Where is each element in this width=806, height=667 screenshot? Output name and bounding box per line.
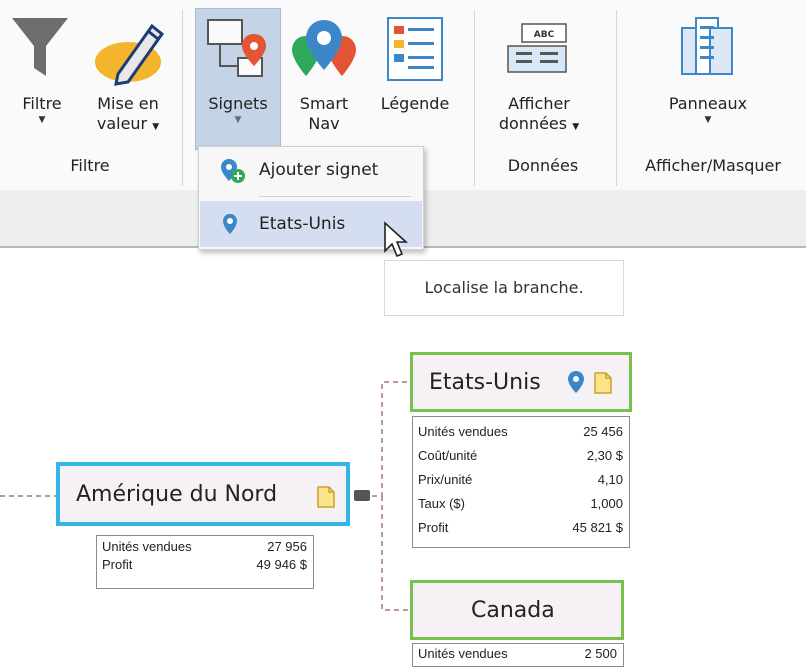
- row-value: 2,30 $: [586, 448, 623, 463]
- show-data-label-text: données: [498, 114, 568, 133]
- row-key: Prix/unité: [418, 472, 473, 487]
- svg-text:ABC: ABC: [534, 30, 555, 40]
- panels-button[interactable]: Panneaux ▼: [648, 94, 768, 126]
- show-data-button[interactable]: Afficher données ▼: [490, 94, 588, 137]
- table-row: Unités vendues 2 500: [413, 645, 623, 663]
- row-key: Coût/unité: [418, 448, 478, 463]
- row-value: 4,10: [597, 472, 623, 487]
- table-row: Unités vendues 25 456: [413, 420, 629, 444]
- show-data-label-line1: Afficher: [508, 94, 570, 113]
- row-key: Unités vendues: [418, 424, 508, 439]
- data-table-amerique: Unités vendues 27 956 Profit 49 946 $: [96, 535, 314, 589]
- highlight-button[interactable]: Mise en valeur ▼: [80, 94, 176, 137]
- signets-label-wrap: Signets ▼: [196, 94, 280, 126]
- menu-item-add-bookmark[interactable]: Ajouter signet: [200, 147, 422, 193]
- row-value: 49 946 $: [256, 557, 307, 572]
- menu-item-label: Etats-Unis: [259, 214, 346, 234]
- row-key: Unités vendues: [102, 539, 192, 554]
- chevron-down-icon: ▼: [704, 115, 712, 125]
- show-data-icon: ABC: [507, 23, 567, 73]
- table-row: Prix/unité 4,10: [413, 468, 629, 492]
- node-title: Etats-Unis: [429, 370, 541, 395]
- location-pin-icon: [223, 214, 237, 234]
- chevron-down-icon: ▼: [572, 122, 580, 132]
- chevron-down-icon: ▼: [38, 115, 46, 125]
- ribbon-separator: [616, 10, 617, 186]
- chevron-down-icon: ▼: [234, 115, 242, 125]
- table-row: Profit 45 821 $: [413, 516, 629, 540]
- smart-nav-label-line2: Nav: [308, 114, 340, 133]
- menu-separator: [259, 196, 411, 197]
- chevron-down-icon: ▼: [152, 122, 160, 132]
- legend-icon: [387, 17, 443, 81]
- highlight-label-line2: valeur ▼: [80, 114, 176, 137]
- table-row: Unités vendues 27 956: [97, 538, 313, 556]
- highlight-label-line1: Mise en: [97, 94, 159, 113]
- location-pin-icon: [568, 371, 584, 393]
- highlight-label-text: valeur: [96, 114, 148, 133]
- filter-button-label: Filtre: [22, 94, 62, 113]
- row-value: 1,000: [590, 496, 623, 511]
- row-value: 25 456: [583, 424, 623, 439]
- row-key: Unités vendues: [418, 646, 508, 661]
- data-table-canada: Unités vendues 2 500: [412, 643, 624, 667]
- table-row: Taux ($) 1,000: [413, 492, 629, 516]
- node-title: Amérique du Nord: [76, 482, 278, 507]
- row-value: 45 821 $: [572, 520, 623, 535]
- row-value: 2 500: [584, 646, 617, 661]
- node-title: Canada: [471, 598, 555, 623]
- ribbon-separator: [474, 10, 475, 186]
- note-icon: [317, 486, 335, 508]
- row-key: Profit: [418, 520, 449, 535]
- row-key: Profit: [102, 557, 133, 572]
- group-label-afficher-masquer: Afficher/Masquer: [645, 156, 781, 175]
- table-row: Coût/unité 2,30 $: [413, 444, 629, 468]
- smart-nav-icon: [292, 20, 356, 76]
- data-table-etats-unis: Unités vendues 25 456 Coût/unité 2,30 $ Pr…: [412, 416, 630, 548]
- highlight-pen-icon: [95, 23, 165, 86]
- table-row: Profit 49 946 $: [97, 556, 313, 574]
- legend-button-label: Légende: [380, 94, 450, 113]
- group-label-filtre: Filtre: [70, 156, 110, 175]
- row-key: Taux ($): [418, 496, 465, 511]
- smart-nav-label-line1: Smart: [299, 94, 349, 113]
- group-label-donnees: Données: [507, 156, 579, 175]
- bookmark-tree-icon: [207, 19, 266, 77]
- node-canada[interactable]: Canada: [410, 580, 624, 640]
- ribbon-separator: [182, 10, 183, 186]
- menu-item-label: Ajouter signet: [259, 160, 379, 180]
- node-etats-unis[interactable]: Etats-Unis: [410, 352, 632, 412]
- filter-icon: [12, 18, 68, 76]
- smart-nav-button[interactable]: Smart Nav: [286, 94, 362, 134]
- panels-icon: [681, 17, 733, 75]
- tooltip: Localise la branche.: [384, 260, 624, 316]
- mouse-cursor-icon: [384, 221, 409, 258]
- add-bookmark-icon: [221, 159, 245, 183]
- node-amerique-du-nord[interactable]: Amérique du Nord: [56, 462, 350, 526]
- row-value: 27 956: [267, 539, 307, 554]
- signets-button-label: Signets: [208, 94, 268, 113]
- filter-button[interactable]: Filtre ▼: [6, 94, 78, 126]
- show-data-label-line2: données ▼: [490, 114, 588, 137]
- note-icon: [594, 372, 612, 394]
- panels-button-label: Panneaux: [668, 94, 748, 113]
- collapse-toggle[interactable]: [354, 490, 370, 501]
- legend-button[interactable]: Légende: [366, 94, 464, 114]
